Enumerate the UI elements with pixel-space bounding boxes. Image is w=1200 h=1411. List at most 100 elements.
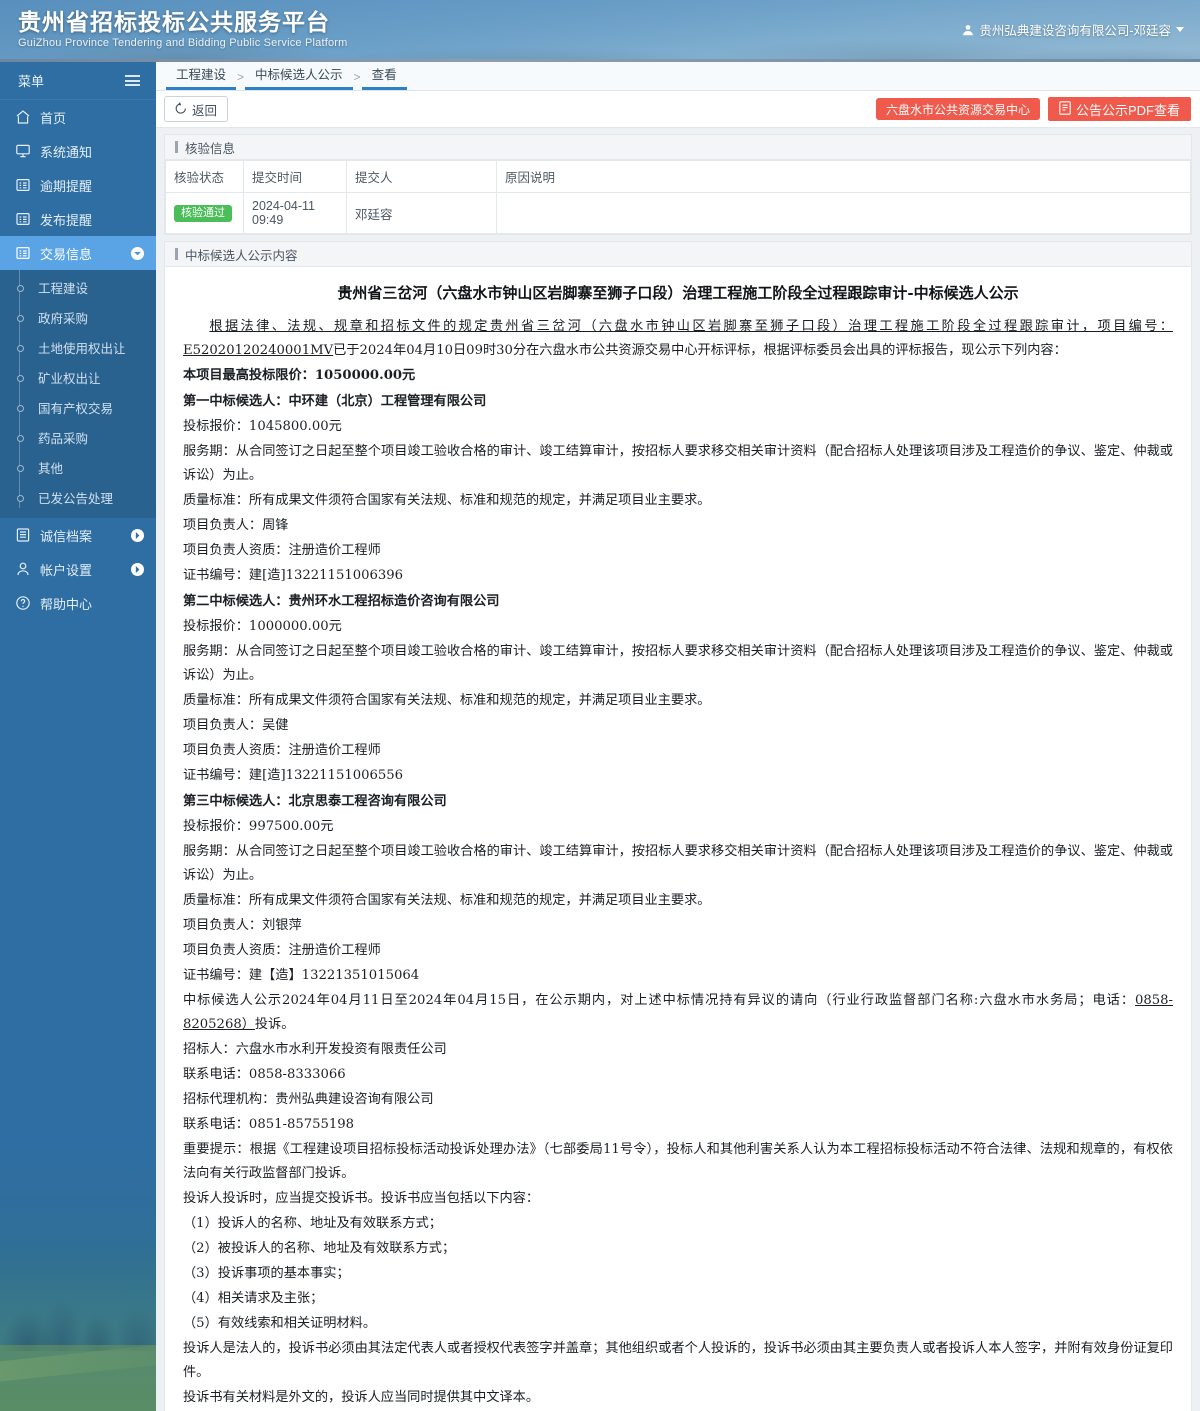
status-badge: 核验通过 [174, 204, 232, 222]
app-header: 贵州省招标投标公共服务平台 GuiZhou Province Tendering… [0, 0, 1200, 62]
site-title-cn: 贵州省招标投标公共服务平台 [18, 9, 330, 35]
user-icon [14, 561, 31, 578]
sidebar-item-label: 系统通知 [40, 144, 93, 160]
hamburger-icon[interactable] [125, 75, 140, 86]
candidate-2-price: 投标报价：1000000.00元 [183, 619, 342, 634]
candidate-2-service-period: 服务期：从合同签订之日起至整个项目竣工验收合格的审计、竣工结算审计，按招标人要求… [183, 644, 1173, 683]
pdf-view-button[interactable]: 公告公示PDF查看 [1046, 96, 1192, 122]
brand: 贵州省招标投标公共服务平台 GuiZhou Province Tendering… [18, 8, 348, 51]
project-code: E52020120240001MV [183, 343, 334, 358]
column-header-reason: 原因说明 [496, 160, 1191, 193]
check-info-header: 核验信息 [165, 135, 1191, 160]
intro-text-part2: 已于2024年04月10日09时30分在六盘水市公共资源交易中心开标评标，根据评… [333, 343, 1067, 358]
sidebar-item-label: 首页 [40, 110, 67, 126]
chevron-right-icon[interactable] [131, 528, 144, 542]
cell-status: 核验通过 [165, 192, 244, 234]
candidate-3-price: 投标报价：997500.00元 [183, 819, 334, 834]
back-button-label: 返回 [192, 103, 218, 118]
sidebar-item-transaction-info[interactable]: 交易信息 [0, 236, 156, 270]
sidebar-subitem-drug-procurement[interactable]: 药品采购 [0, 422, 156, 452]
mountain-silhouette [0, 1221, 156, 1351]
breadcrumb-item-view[interactable]: 查看 [361, 68, 407, 90]
sidebar-subitem-engineering[interactable]: 工程建设 [0, 272, 156, 302]
document-icon [14, 245, 31, 262]
document-title: 贵州省三岔河（六盘水市钟山区岩脚寨至狮子口段）治理工程施工阶段全过程跟踪审计-中… [337, 284, 1019, 302]
candidate-3-heading: 第三中标候选人：北京思泰工程咨询有限公司 [183, 794, 447, 809]
sidebar-subitem-mining-rights[interactable]: 矿业权出让 [0, 362, 156, 392]
check-info-table: 核验状态 提交时间 提交人 原因说明 核验通过 2024-04-11 09:49… [165, 160, 1191, 234]
table-header-row: 核验状态 提交时间 提交人 原因说明 [165, 160, 1191, 193]
breadcrumb-separator: > [237, 70, 245, 84]
sidebar-subitem-label: 矿业权出让 [38, 371, 101, 386]
sidebar-item-help-center[interactable]: 帮助中心 [0, 586, 156, 620]
sidebar-subitem-state-property[interactable]: 国有产权交易 [0, 392, 156, 422]
chevron-right-icon[interactable] [131, 562, 144, 576]
sidebar-item-account-settings[interactable]: 帐户设置 [0, 552, 156, 586]
check-info-panel: 核验信息 核验状态 提交时间 提交人 原因说明 核验通过 2024-04-11 … [164, 134, 1192, 235]
candidate-3-service-period: 服务期：从合同签订之日起至整个项目竣工验收合格的审计、竣工结算审计，按招标人要求… [183, 844, 1173, 883]
toolbar-actions: 六盘水市公共资源交易中心 公告公示PDF查看 [875, 96, 1192, 122]
sidebar-subitem-label: 政府采购 [38, 311, 89, 326]
column-header-submit-time: 提交时间 [243, 160, 347, 193]
sidebar-subitem-label: 药品采购 [38, 431, 89, 446]
complaint-item-4: （4）相关请求及主张； [183, 1291, 324, 1306]
sidebar-header: 菜单 [0, 62, 156, 100]
sidebar-subitem-gov-procurement[interactable]: 政府采购 [0, 302, 156, 332]
sidebar-background-image [0, 1111, 156, 1411]
sidebar-subitem-published-notices[interactable]: 已发公告处理 [0, 482, 156, 512]
cell-submitter: 邓廷容 [346, 192, 497, 234]
pdf-view-button-label: 公告公示PDF查看 [1075, 102, 1180, 118]
field-silhouette [0, 1345, 156, 1411]
user-icon [962, 24, 974, 36]
menu-label: 菜单 [18, 74, 45, 89]
breadcrumb-separator: > [353, 70, 361, 84]
sidebar-item-home[interactable]: 首页 [0, 100, 156, 134]
candidate-1-heading: 第一中标候选人：中环建（北京）工程管理有限公司 [183, 394, 487, 409]
sidebar-item-overdue-reminder[interactable]: 逾期提醒 [0, 168, 156, 202]
important-notice: 重要提示：根据《工程建设项目招标投标活动投诉处理办法》（七部委局11号令），投标… [183, 1142, 1173, 1181]
cell-reason [496, 192, 1191, 234]
trading-center-button[interactable]: 六盘水市公共资源交易中心 [875, 98, 1040, 120]
breadcrumb: 工程建设 > 中标候选人公示 > 查看 [156, 62, 1200, 91]
sidebar-subitem-label: 已发公告处理 [38, 491, 114, 506]
publicity-period-notice: 中标候选人公示2024年04月11日至2024年04月15日，在公示期内，对上述… [183, 989, 1173, 1037]
chevron-down-icon[interactable] [131, 246, 144, 260]
candidate-1-manager: 项目负责人：周锋 [183, 518, 289, 533]
sidebar-subitem-label: 国有产权交易 [38, 401, 114, 416]
complaint-item-2: （2）被投诉人的名称、地址及有效联系方式； [183, 1241, 456, 1256]
candidate-2-heading: 第二中标候选人：贵州环水工程招标造价咨询有限公司 [183, 594, 500, 609]
complaint-item-1: （1）投诉人的名称、地址及有效联系方式； [183, 1216, 442, 1231]
announcement-document: 贵州省三岔河（六盘水市钟山区岩脚寨至狮子口段）治理工程施工阶段全过程跟踪审计-中… [165, 267, 1191, 1411]
tenderer: 招标人：六盘水市水利开发投资有限责任公司 [183, 1042, 447, 1057]
site-title-en: GuiZhou Province Tendering and Bidding P… [18, 37, 348, 49]
sidebar-item-publish-reminder[interactable]: 发布提醒 [0, 202, 156, 236]
header-accent-bar [175, 248, 178, 260]
candidate-1-certificate: 证书编号：建[造]13221151006396 [183, 568, 404, 583]
breadcrumb-item-candidate-notice[interactable]: 中标候选人公示 [245, 68, 353, 90]
candidate-1-price: 投标报价：1045800.00元 [183, 419, 342, 434]
candidate-2-qualification: 项目负责人资质：注册造价工程师 [183, 743, 381, 758]
candidate-3-certificate: 证书编号：建【造】13221351015064 [183, 968, 420, 983]
user-name: 贵州弘典建设咨询有限公司-邓廷容 [979, 24, 1171, 38]
cell-submit-time: 2024-04-11 09:49 [243, 192, 347, 234]
back-button[interactable]: 返回 [164, 96, 229, 122]
back-arrow-icon [175, 101, 188, 117]
complaint-item-5: （5）有效线索和相关证明材料。 [183, 1316, 377, 1331]
sidebar-item-credit-archive[interactable]: 诚信档案 [0, 518, 156, 552]
sidebar-item-label: 帐户设置 [40, 562, 93, 578]
document-icon [14, 211, 31, 228]
toolbar: 返回 六盘水市公共资源交易中心 公告公示PDF查看 [156, 91, 1200, 128]
monitor-icon [14, 143, 31, 160]
user-account-menu[interactable]: 贵州弘典建设咨询有限公司-邓廷容 [962, 20, 1184, 39]
sidebar-item-label: 帮助中心 [40, 596, 93, 612]
notice-text-part2: 投诉。 [254, 1017, 295, 1032]
tenderer-phone: 联系电话：0858-8333066 [183, 1067, 346, 1082]
sidebar-subitem-label: 土地使用权出让 [38, 341, 126, 356]
breadcrumb-item-engineering[interactable]: 工程建设 [166, 68, 237, 90]
sidebar-subitem-land-use-rights[interactable]: 土地使用权出让 [0, 332, 156, 362]
candidate-1-service-period: 服务期：从合同签订之日起至整个项目竣工验收合格的审计、竣工结算审计，按招标人要求… [183, 444, 1173, 483]
sidebar-subitem-other[interactable]: 其他 [0, 452, 156, 482]
header-accent-bar [175, 141, 178, 153]
sidebar-item-system-notice[interactable]: 系统通知 [0, 134, 156, 168]
help-icon [14, 595, 31, 612]
